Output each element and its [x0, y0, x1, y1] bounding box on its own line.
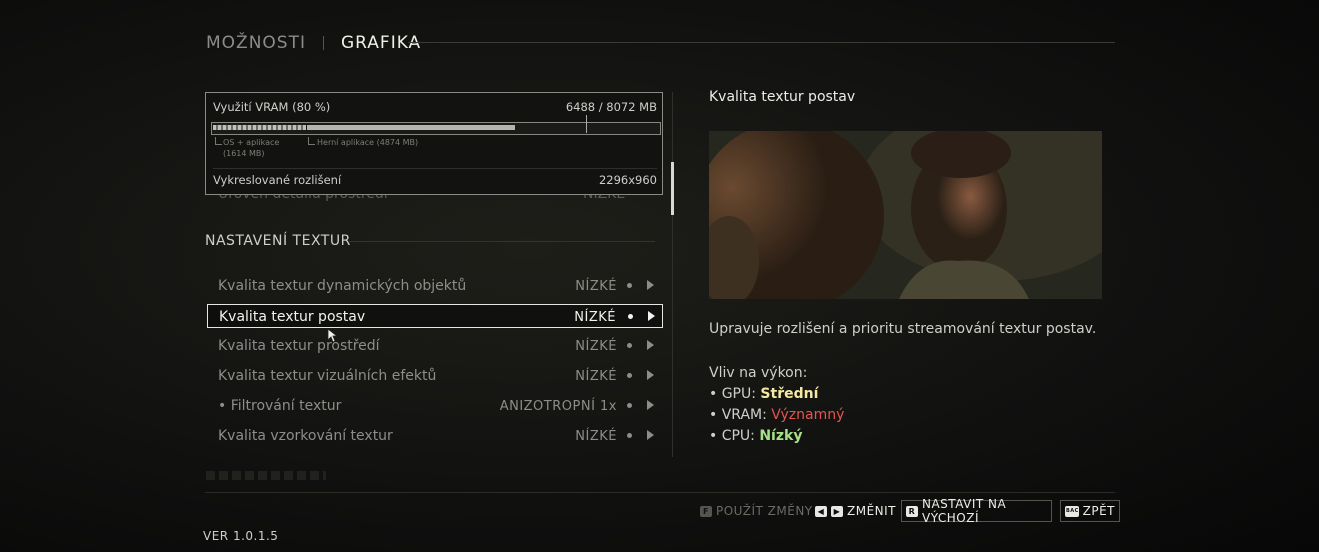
- tab-separator: [322, 36, 324, 50]
- bracket-icon: [308, 137, 315, 145]
- reset-default-button[interactable]: R NASTAVIT NA VÝCHOZÍ: [901, 497, 1052, 525]
- vram-label: • VRAM:: [709, 407, 772, 423]
- dot-icon: [627, 433, 632, 438]
- resolution-label: Vykreslované rozlišení: [213, 173, 342, 187]
- reset-label: NASTAVIT NA VÝCHOZÍ: [922, 497, 1007, 525]
- vram-header: Využití VRAM (80 %) 6488 / 8072 MB: [213, 100, 657, 114]
- apply-label: POUŽÍT ZMĚNY: [716, 504, 813, 518]
- dot-icon: [627, 373, 632, 378]
- preview-image: [709, 131, 1102, 299]
- vram-os-note: OS + aplikace (1614 MB): [223, 137, 279, 159]
- arrow-right-key-icon: ▶: [831, 505, 843, 517]
- vram-label: Využití VRAM (80 %): [213, 100, 331, 114]
- vram-os-segment: [213, 125, 306, 130]
- vram-value: Významný: [771, 407, 845, 423]
- impact-vram: • VRAM: Významný: [709, 405, 844, 426]
- preview-scene-illustration: [709, 131, 1102, 299]
- r-key-icon: R: [906, 505, 918, 517]
- cpu-label: • CPU:: [709, 428, 760, 444]
- section-divider: [349, 241, 655, 242]
- settings-row-vfx-textures[interactable]: Kvalita textur vizuálních efektů NÍZKÉ: [207, 364, 663, 388]
- settings-row-texture-sampling[interactable]: Kvalita vzorkování textur NÍZKÉ: [207, 424, 663, 448]
- setting-value: ANIZOTROPNÍ 1x: [499, 399, 617, 414]
- tab-grafika[interactable]: GRAFIKA: [341, 33, 421, 53]
- setting-label: Kvalita textur prostředí: [218, 338, 380, 354]
- back-key-icon: BACK: [1065, 505, 1083, 517]
- setting-label: Kvalita textur dynamických objektů: [218, 278, 467, 294]
- faded-next-section: [206, 471, 326, 480]
- back-button[interactable]: BACK ZPĚT: [1060, 500, 1120, 522]
- setting-value: NÍZKÉ: [575, 369, 617, 384]
- change-button[interactable]: ◀ ▶ ZMĚNIT: [815, 500, 896, 522]
- vram-os-note-line1: OS + aplikace: [223, 138, 280, 147]
- vram-usage-bar: [211, 122, 661, 135]
- arrow-left-key-icon: ◀: [815, 505, 827, 517]
- arrow-right-icon[interactable]: [647, 370, 654, 380]
- tab-moznosti[interactable]: MOŽNOSTI: [206, 33, 306, 53]
- impact-gpu: • GPU: Střední: [709, 384, 844, 405]
- setting-label: Kvalita textur vizuálních efektů: [218, 368, 437, 384]
- arrow-right-icon[interactable]: [648, 311, 655, 321]
- settings-row-dynamic-objects[interactable]: Kvalita textur dynamických objektů NÍZKÉ: [207, 274, 663, 298]
- detail-description: Upravuje rozlišení a prioritu streamován…: [709, 321, 1097, 337]
- footer-divider: [205, 492, 1115, 493]
- vram-game-note: Herní aplikace (4874 MB): [317, 138, 419, 147]
- settings-row-environment-textures[interactable]: Kvalita textur prostředí NÍZKÉ: [207, 334, 663, 358]
- settings-row-character-textures[interactable]: Kvalita textur postav NÍZKÉ: [207, 304, 663, 328]
- back-label: ZPĚT: [1082, 504, 1115, 518]
- setting-value: NÍZKÉ: [575, 429, 617, 444]
- vram-divider: [213, 168, 657, 169]
- vram-usage-value: 6488 / 8072 MB: [565, 100, 657, 114]
- change-label: ZMĚNIT: [847, 504, 897, 518]
- arrow-right-icon[interactable]: [647, 430, 654, 440]
- setting-label: Kvalita vzorkování textur: [218, 428, 393, 444]
- arrow-right-icon[interactable]: [647, 280, 654, 290]
- f-key-icon: F: [700, 505, 712, 517]
- setting-value: NÍZKÉ: [575, 339, 617, 354]
- impact-heading: Vliv na výkon:: [709, 365, 808, 381]
- gpu-label: • GPU:: [709, 386, 761, 402]
- bracket-icon: [215, 137, 222, 145]
- vram-game-segment: [307, 125, 515, 130]
- scroll-track[interactable]: [672, 92, 673, 457]
- arrow-right-icon[interactable]: [647, 340, 654, 350]
- dot-icon: [627, 283, 632, 288]
- settings-row-texture-filtering[interactable]: • Filtrování textur ANIZOTROPNÍ 1x: [207, 394, 663, 418]
- setting-label: Kvalita textur postav: [219, 309, 366, 325]
- dot-icon: [627, 343, 632, 348]
- apply-changes-button[interactable]: F POUŽÍT ZMĚNY: [700, 500, 813, 522]
- cpu-value: Nízký: [759, 428, 803, 444]
- top-tabs: MOŽNOSTI GRAFIKA: [206, 33, 421, 53]
- gpu-value: Střední: [760, 386, 819, 402]
- setting-value: NÍZKÉ: [575, 279, 617, 294]
- vram-usage-panel: Využití VRAM (80 %) 6488 / 8072 MB OS + …: [205, 92, 663, 195]
- mouse-cursor-icon: [327, 328, 337, 343]
- impact-cpu: • CPU: Nízký: [709, 426, 844, 447]
- setting-value: NÍZKÉ: [574, 310, 616, 325]
- version-label: VER 1.0.1.5: [203, 529, 279, 543]
- resolution-value: 2296x960: [598, 173, 657, 187]
- dot-icon: [627, 403, 632, 408]
- tabs-divider: [408, 42, 1115, 43]
- arrow-right-icon[interactable]: [647, 400, 654, 410]
- resolution-row: Vykreslované rozlišení 2296x960: [213, 173, 657, 187]
- scrollbar-thumb[interactable]: [671, 162, 674, 215]
- detail-title: Kvalita textur postav: [709, 89, 856, 105]
- section-title-textures: NASTAVENÍ TEXTUR: [205, 233, 351, 249]
- performance-impact: Vliv na výkon: • GPU: Střední • VRAM: Vý…: [709, 363, 844, 447]
- vram-os-note-line2: (1614 MB): [223, 149, 265, 158]
- vram-limit-marker: [586, 115, 587, 133]
- dot-icon: [628, 314, 633, 319]
- setting-label: • Filtrování textur: [218, 398, 342, 414]
